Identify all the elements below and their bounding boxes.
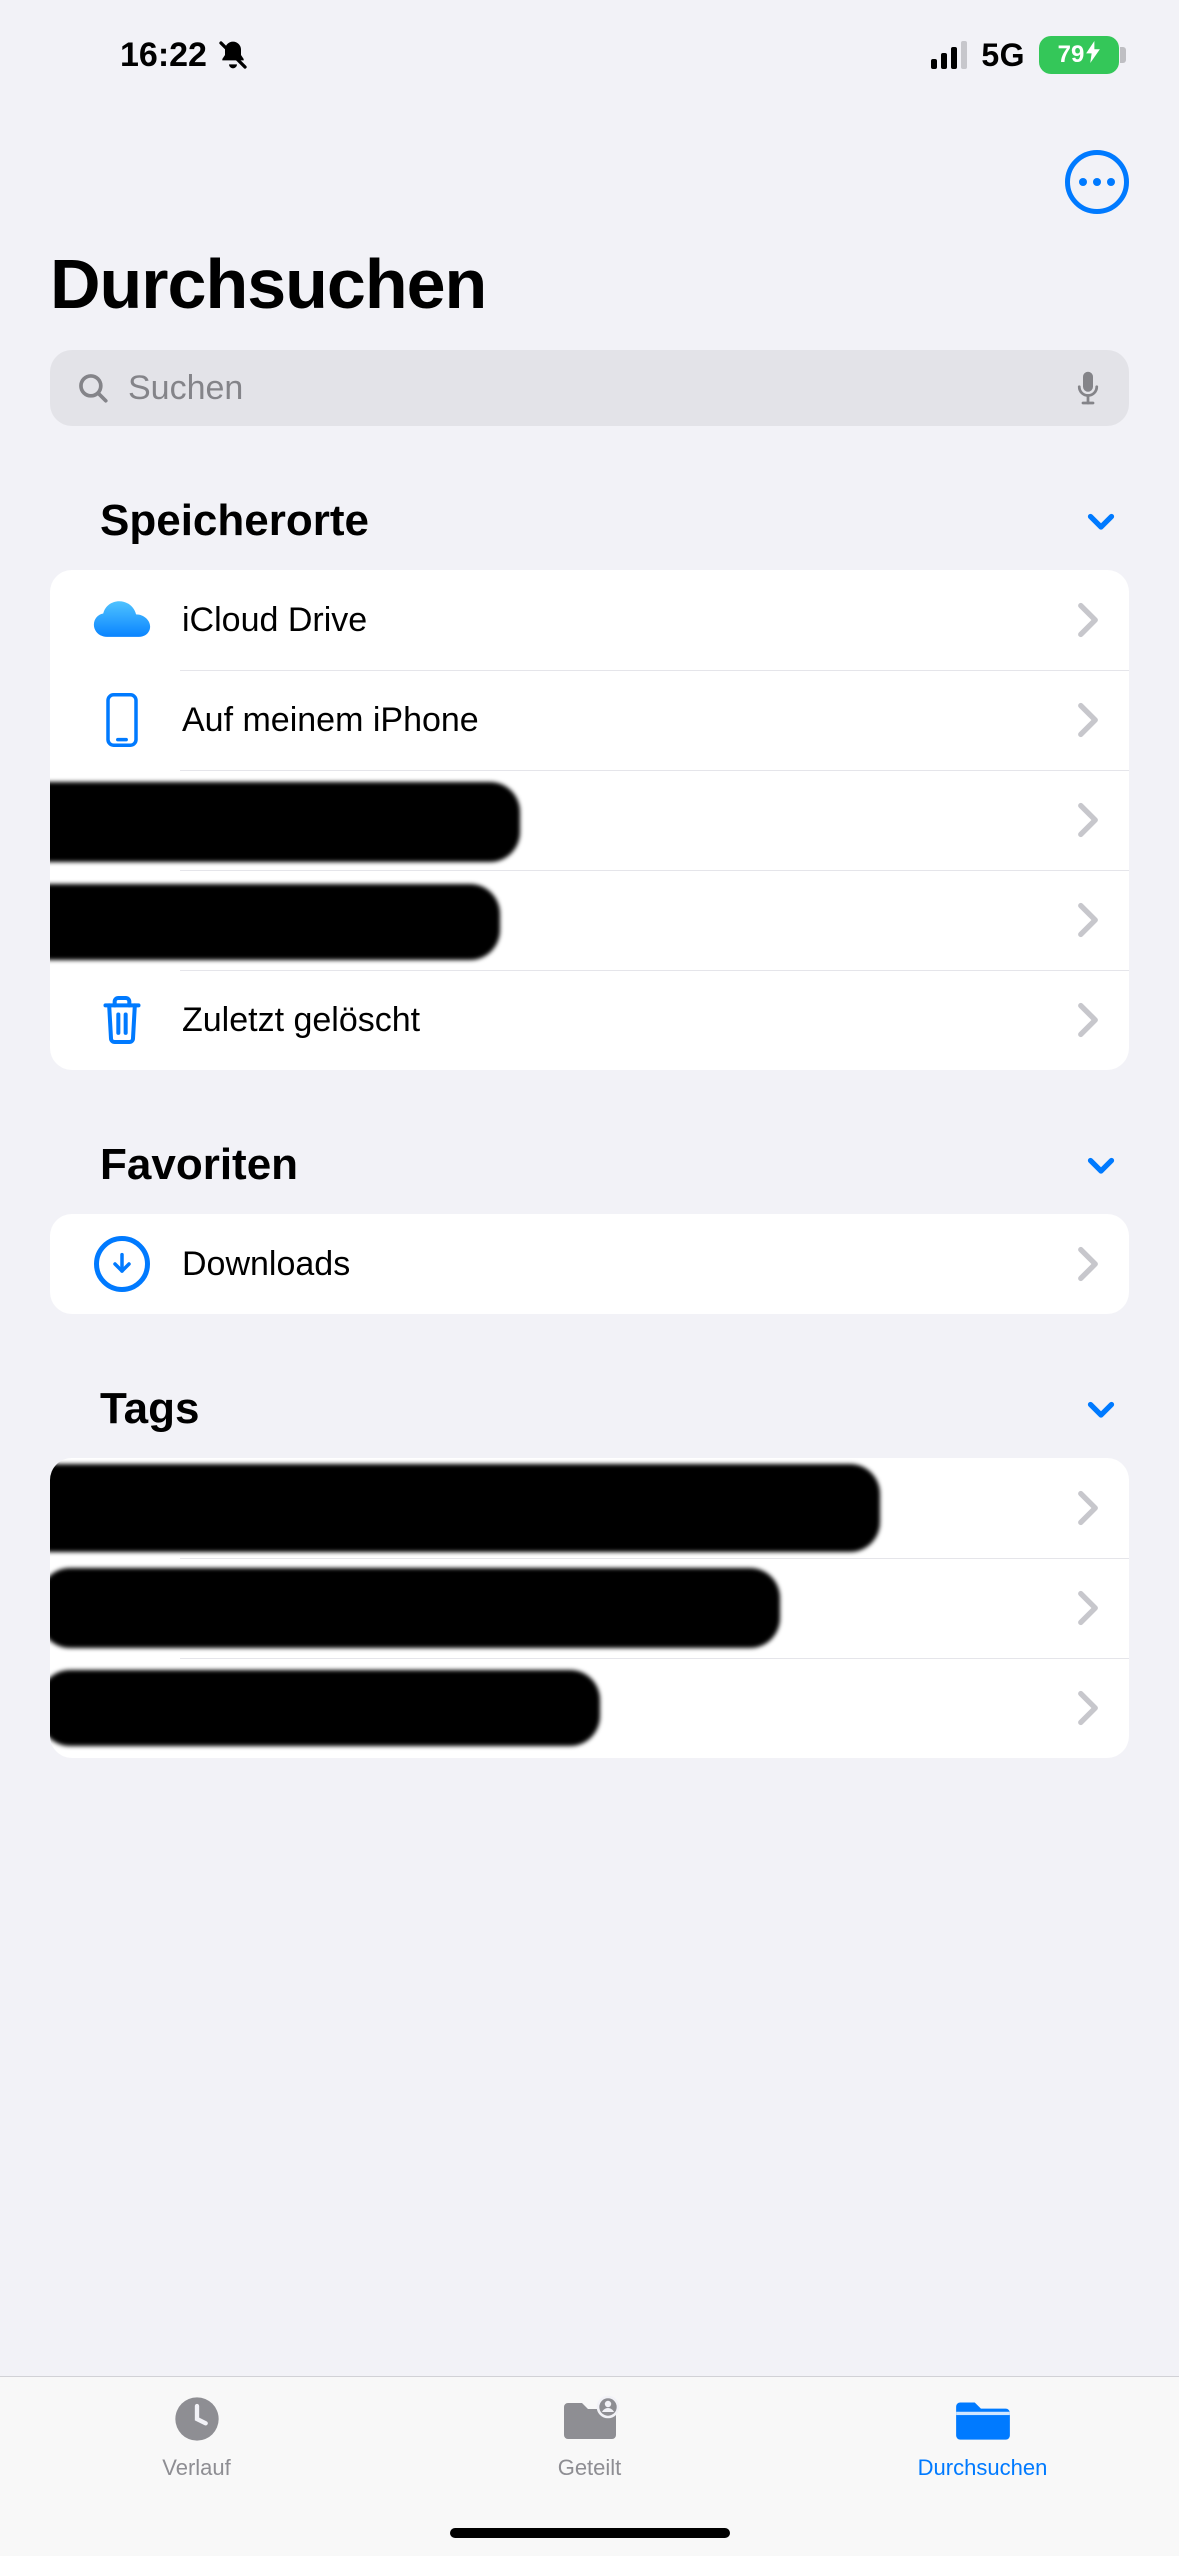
search-field[interactable] [50,350,1129,426]
more-options-button[interactable] [1065,150,1129,214]
chevron-down-icon [1083,1391,1119,1427]
chevron-right-icon [1077,1690,1099,1726]
shared-folder-icon [560,2391,620,2447]
section-header-favorites[interactable]: Favoriten [0,1070,1179,1214]
trash-icon [86,984,158,1056]
favorites-list: Downloads [50,1214,1129,1314]
location-label: Auf meinem iPhone [182,701,1077,740]
favorite-row-downloads[interactable]: Downloads [50,1214,1129,1314]
status-time: 16:22 [120,36,207,75]
page-title: Durchsuchen [0,234,1179,350]
section-header-tags[interactable]: Tags [0,1314,1179,1458]
redaction-mask [50,1568,780,1648]
status-right: 5G 79 [931,36,1119,74]
section-header-locations[interactable]: Speicherorte [0,426,1179,570]
status-bar: 16:22 5G 79 [0,0,1179,110]
home-indicator[interactable] [450,2528,730,2538]
favorite-label: Downloads [182,1245,1077,1284]
chevron-right-icon [1077,602,1099,638]
redaction-mask [50,1464,880,1552]
location-row-redacted-1[interactable] [50,770,1129,870]
do-not-disturb-icon [217,39,249,71]
locations-list: iCloud Drive Auf meinem iPhone Z [50,570,1129,1070]
tab-label: Verlauf [162,2455,231,2481]
icloud-icon [86,584,158,656]
chevron-right-icon [1077,1002,1099,1038]
cellular-signal-icon [931,41,967,69]
section-title-tags: Tags [100,1384,199,1434]
chevron-right-icon [1077,1246,1099,1282]
location-label: Zuletzt gelöscht [182,1001,1077,1040]
search-container [0,350,1179,426]
tags-list [50,1458,1129,1758]
status-left: 16:22 [120,36,249,75]
chevron-right-icon [1077,802,1099,838]
tab-recents[interactable]: Verlauf [77,2391,317,2481]
location-row-redacted-2[interactable] [50,870,1129,970]
search-input[interactable] [128,369,1055,408]
ellipsis-icon [1079,178,1087,186]
chevron-right-icon [1077,1590,1099,1626]
location-row-recently-deleted[interactable]: Zuletzt gelöscht [50,970,1129,1070]
tag-row-redacted-1[interactable] [50,1458,1129,1558]
tab-browse[interactable]: Durchsuchen [863,2391,1103,2481]
battery-percent: 79 [1058,41,1085,69]
location-row-on-iphone[interactable]: Auf meinem iPhone [50,670,1129,770]
tag-row-redacted-3[interactable] [50,1658,1129,1758]
chevron-down-icon [1083,503,1119,539]
redaction-mask [50,1670,600,1746]
location-label: iCloud Drive [182,601,1077,640]
location-row-icloud[interactable]: iCloud Drive [50,570,1129,670]
section-title-locations: Speicherorte [100,496,369,546]
download-icon [86,1228,158,1300]
folder-icon [952,2391,1014,2447]
iphone-icon [86,684,158,756]
clock-icon [171,2391,223,2447]
battery-indicator: 79 [1039,36,1119,74]
chevron-right-icon [1077,702,1099,738]
redaction-mask [50,782,520,862]
chevron-right-icon [1077,902,1099,938]
tag-row-redacted-2[interactable] [50,1558,1129,1658]
redaction-mask [50,884,500,960]
section-title-favorites: Favoriten [100,1140,298,1190]
network-type: 5G [981,37,1025,74]
tab-shared[interactable]: Geteilt [470,2391,710,2481]
tab-label: Geteilt [558,2455,622,2481]
chevron-down-icon [1083,1147,1119,1183]
charging-icon [1086,41,1100,70]
toolbar [0,110,1179,234]
microphone-icon[interactable] [1073,369,1103,407]
tab-label: Durchsuchen [918,2455,1048,2481]
search-icon [76,371,110,405]
chevron-right-icon [1077,1490,1099,1526]
